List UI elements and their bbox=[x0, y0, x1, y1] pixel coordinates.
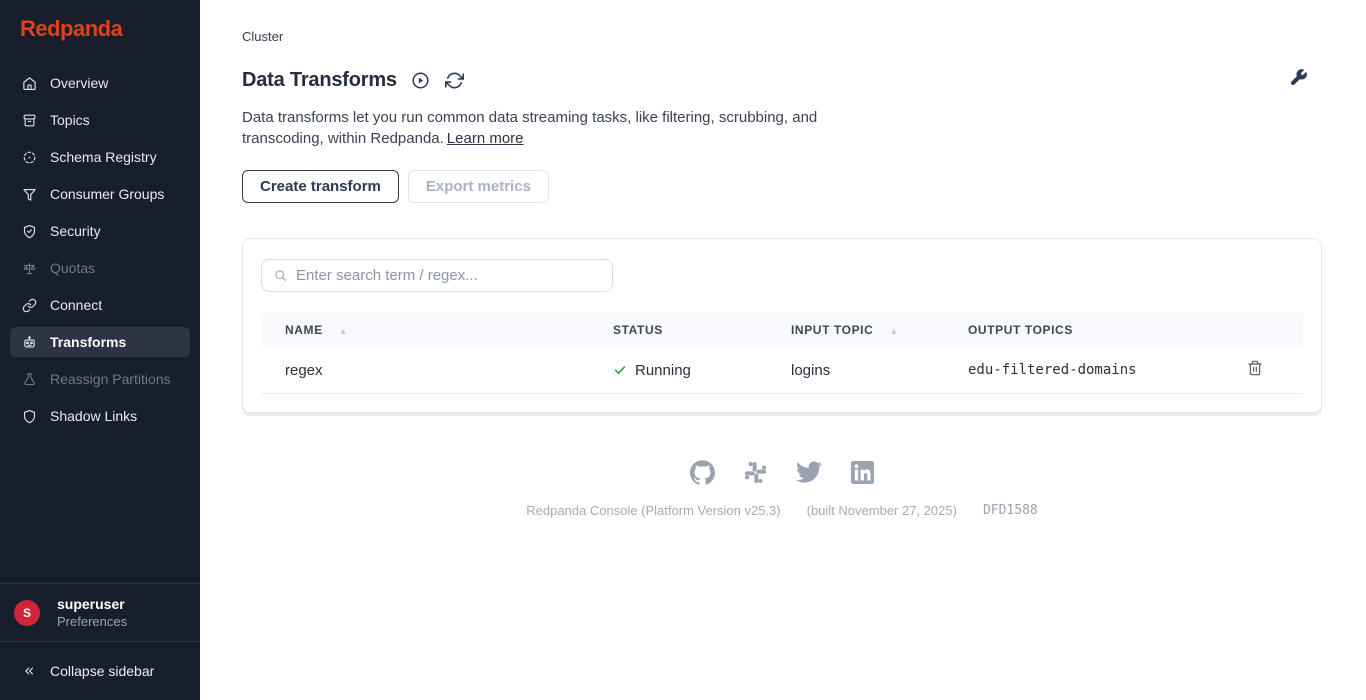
wrench-icon bbox=[1289, 68, 1308, 87]
footer: Redpanda Console (Platform Version v25.3… bbox=[242, 459, 1322, 518]
preferences-link[interactable]: Preferences bbox=[57, 614, 127, 629]
robot-icon bbox=[22, 335, 37, 350]
schema-icon bbox=[22, 150, 37, 165]
user-name: superuser bbox=[57, 596, 127, 612]
sidebar-item-label: Consumer Groups bbox=[50, 186, 164, 202]
search-box[interactable] bbox=[261, 259, 613, 292]
sidebar-item-label: Reassign Partitions bbox=[50, 371, 171, 387]
cell-name[interactable]: regex bbox=[261, 347, 613, 394]
search-icon bbox=[274, 269, 287, 282]
cell-output-topics: edu-filtered-domains bbox=[968, 347, 1247, 394]
collapse-sidebar-button[interactable]: Collapse sidebar bbox=[0, 642, 200, 700]
transforms-card: Name▲ Status Input topic▲ Output topics … bbox=[242, 238, 1322, 413]
funnel-icon bbox=[22, 187, 37, 202]
sidebar-item-security[interactable]: Security bbox=[10, 216, 190, 246]
collapse-label: Collapse sidebar bbox=[50, 663, 154, 679]
page-description: Data transforms let you run common data … bbox=[242, 109, 817, 147]
scales-icon bbox=[22, 261, 37, 276]
footer-version: Redpanda Console (Platform Version v25.3… bbox=[526, 503, 780, 518]
cell-status: Running bbox=[613, 347, 791, 394]
table-header-row: Name▲ Status Input topic▲ Output topics bbox=[261, 313, 1303, 347]
sidebar-item-quotas: Quotas bbox=[10, 253, 190, 283]
cell-input-topic: logins bbox=[791, 347, 968, 394]
flask-icon bbox=[22, 372, 37, 387]
learn-more-link[interactable]: Learn more bbox=[447, 130, 524, 147]
shield-icon bbox=[22, 409, 37, 424]
footer-build-id: DFD1588 bbox=[983, 503, 1038, 518]
sidebar-item-label: Security bbox=[50, 223, 101, 239]
sidebar-item-label: Overview bbox=[50, 75, 108, 91]
home-icon bbox=[22, 76, 37, 91]
breadcrumb[interactable]: Cluster bbox=[242, 29, 1322, 44]
sidebar-item-label: Quotas bbox=[50, 260, 95, 276]
shield-check-icon bbox=[22, 224, 37, 239]
logo-text: Redpanda bbox=[20, 16, 122, 41]
link-icon bbox=[22, 298, 37, 313]
github-link[interactable] bbox=[690, 460, 715, 485]
avatar: S bbox=[14, 600, 40, 626]
sort-asc-icon: ▲ bbox=[339, 326, 349, 336]
sidebar-item-label: Schema Registry bbox=[50, 149, 157, 165]
column-header-actions bbox=[1247, 313, 1303, 347]
slack-link[interactable] bbox=[744, 461, 767, 484]
export-metrics-button: Export metrics bbox=[408, 170, 549, 203]
column-header-name[interactable]: Name▲ bbox=[261, 313, 613, 347]
create-transform-button[interactable]: Create transform bbox=[242, 170, 399, 203]
box-icon bbox=[22, 113, 37, 128]
sidebar-item-topics[interactable]: Topics bbox=[10, 105, 190, 135]
sidebar-item-label: Transforms bbox=[50, 334, 126, 350]
sidebar-item-schema-registry[interactable]: Schema Registry bbox=[10, 142, 190, 172]
user-section[interactable]: S superuser Preferences bbox=[0, 584, 200, 641]
sidebar: Redpanda Overview Topics Schema Registry… bbox=[0, 0, 200, 700]
cell-actions bbox=[1247, 347, 1303, 394]
footer-built: (built November 27, 2025) bbox=[807, 503, 957, 518]
play-circle-icon[interactable] bbox=[411, 71, 430, 90]
slack-icon bbox=[744, 461, 767, 484]
sidebar-item-reassign-partitions: Reassign Partitions bbox=[10, 364, 190, 394]
linkedin-link[interactable] bbox=[851, 461, 874, 484]
check-icon bbox=[613, 363, 627, 377]
search-input[interactable] bbox=[296, 267, 600, 284]
sidebar-nav: Overview Topics Schema Registry Consumer… bbox=[0, 68, 200, 583]
linkedin-icon bbox=[851, 461, 874, 484]
status-label: Running bbox=[635, 362, 691, 379]
twitter-icon bbox=[796, 459, 822, 485]
trash-icon bbox=[1247, 360, 1263, 376]
twitter-link[interactable] bbox=[796, 459, 822, 485]
github-icon bbox=[690, 460, 715, 485]
main-content: Cluster Data Transforms Data transforms … bbox=[200, 0, 1366, 700]
sidebar-item-label: Connect bbox=[50, 297, 102, 313]
sidebar-item-overview[interactable]: Overview bbox=[10, 68, 190, 98]
column-header-status[interactable]: Status bbox=[613, 313, 791, 347]
sidebar-item-consumer-groups[interactable]: Consumer Groups bbox=[10, 179, 190, 209]
table-row[interactable]: regex Running logins edu-filtered-domain… bbox=[261, 347, 1303, 394]
sidebar-item-label: Shadow Links bbox=[50, 408, 137, 424]
double-chevron-left-icon bbox=[22, 664, 36, 678]
sidebar-item-connect[interactable]: Connect bbox=[10, 290, 190, 320]
column-header-output-topics[interactable]: Output topics bbox=[968, 313, 1247, 347]
sidebar-item-label: Topics bbox=[50, 112, 90, 128]
refresh-icon[interactable] bbox=[445, 71, 464, 90]
delete-transform-button[interactable] bbox=[1247, 360, 1263, 376]
column-header-input-topic[interactable]: Input topic▲ bbox=[791, 313, 968, 347]
page-title: Data Transforms bbox=[242, 69, 397, 92]
sidebar-item-shadow-links[interactable]: Shadow Links bbox=[10, 401, 190, 431]
sort-asc-icon: ▲ bbox=[889, 326, 899, 336]
settings-wrench-button[interactable] bbox=[1289, 68, 1308, 92]
sidebar-item-transforms[interactable]: Transforms bbox=[10, 327, 190, 357]
transforms-table: Name▲ Status Input topic▲ Output topics … bbox=[261, 313, 1303, 394]
redpanda-logo[interactable]: Redpanda bbox=[0, 0, 200, 56]
